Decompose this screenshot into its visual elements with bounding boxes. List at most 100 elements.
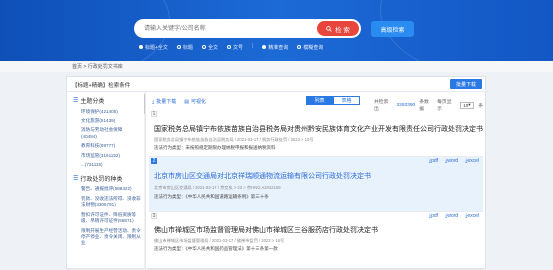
tab-grid[interactable]: 表格	[333, 96, 360, 105]
filter-fulltext[interactable]: 全文	[201, 43, 218, 51]
page-size-unit: 条	[478, 103, 484, 109]
action-label: excel	[467, 158, 479, 164]
breadcrumb: 首页 > 行政处罚文书库	[0, 61, 553, 72]
result-card: 1 国家税务总局镇宁布依族苗族自治县税务局对贵州黔安民族体育文化产业开发有限责任…	[149, 110, 483, 157]
chevron-down-icon: ▾	[468, 102, 471, 107]
toolbar-visualize[interactable]: ▤ 可视化	[184, 98, 206, 106]
sidebar-item-fire-labor[interactable]: 消防与劳动社会保障 (40484)	[67, 126, 145, 142]
action-label: word	[447, 213, 459, 219]
filter-fuzzy-query[interactable]: 模糊查询	[297, 43, 323, 51]
filter-label: 全文	[207, 44, 218, 51]
search-icon	[326, 25, 332, 32]
download-pdf-link[interactable]: ⤓pdf	[429, 158, 438, 164]
tab-list[interactable]: 列表	[306, 96, 333, 105]
scrollbar-thumb[interactable]	[144, 94, 145, 114]
sidebar-item-license[interactable]: 暂扣许可证件、降低资质等级、吊销许可证件(58871)	[67, 210, 145, 226]
panel-header: 【标题+精确】检索条件 批量下载	[67, 77, 487, 92]
view-toggle: 列表 表格	[306, 96, 360, 105]
toolbar-batch-download-label: 批量下载	[156, 99, 177, 105]
sidebar-item-count: (3305791)	[94, 202, 116, 208]
download-word-link[interactable]: ⤓word	[445, 158, 458, 164]
radio-icon	[139, 45, 143, 49]
sidebar-item-label: 教育科技	[81, 143, 100, 149]
search-filter-options: 标题+全文 标题 全文 文号 | 精准查询 模糊查询	[139, 43, 323, 51]
download-excel-link[interactable]: ⤓excel	[465, 158, 479, 164]
result-index: 2	[151, 158, 157, 164]
result-count: 3263390	[396, 102, 416, 108]
results-panel: 【标题+精确】检索条件 批量下载 ☰ 主题分类 环境保护(421405) 文化旅游…	[66, 76, 487, 270]
sidebar-item-count: (731115)	[84, 162, 103, 168]
result-index: 3	[151, 213, 157, 219]
search-input[interactable]	[144, 22, 304, 35]
filter-label: 标题	[182, 44, 193, 51]
download-word-link[interactable]: ⤓word	[445, 213, 458, 219]
result-card: 2 ⤓pdf ⤓word ⤓excel 北京市房山区交通局对北京祥瑞顺通物流运输…	[149, 157, 483, 212]
filter-doc-number[interactable]: 文号	[226, 43, 243, 51]
result-title[interactable]: 佛山市禅城区市场监督管理局对佛山市禅城区三谷服药店行政处罚决定书	[154, 225, 378, 235]
sidebar-section-title: 行政处罚的种类	[80, 176, 123, 183]
action-label: pdf	[431, 213, 439, 219]
sidebar-item-environment[interactable]: 环境保护(421405)	[67, 107, 145, 116]
radio-icon	[262, 45, 267, 49]
result-violation-type: 违法行为类型：《中华人民共和国道路运输条例》第三十条	[154, 194, 269, 199]
list-icon: ☰	[73, 98, 79, 104]
sidebar-item-count: (40484)	[81, 133, 97, 139]
sidebar-scrollbar[interactable]	[144, 92, 145, 270]
sidebar-item-label: 市场监管	[81, 152, 100, 158]
download-icon: ⤓	[152, 98, 155, 105]
result-violation-type: 违法行为类型：《中华人民共和国药品管理法》第十三条第一款	[154, 246, 278, 251]
results-list: 1 国家税务总局镇宁布依族苗族自治县税务局对贵州黔安民族体育文化产业开发有限责任…	[149, 110, 483, 270]
search-condition-label: 【标题+精确】检索条件	[72, 83, 131, 89]
radio-icon	[176, 45, 181, 49]
sidebar-item-fine[interactable]: 罚款、没收违法所得、没收非法财物(3305791)	[67, 194, 145, 210]
filter-divider: |	[251, 43, 254, 49]
toolbar-batch-download[interactable]: ⤓ 批量下载	[152, 98, 177, 106]
action-label: word	[447, 158, 459, 164]
sidebar-section-title: 主题分类	[80, 99, 105, 105]
sidebar-item-warning[interactable]: 警告、通报批评(588322)	[67, 185, 145, 194]
sidebar-item-count: (51439)	[99, 117, 116, 123]
search-button[interactable]: 检 索	[317, 21, 359, 36]
action-label: excel	[467, 213, 479, 219]
filter-title[interactable]: 标题	[176, 43, 193, 51]
sidebar-item-culture[interactable]: 文化旅游(51439)	[67, 116, 145, 125]
sidebar-item-market[interactable]: 市场监管(3161152)	[67, 151, 145, 160]
sidebar-item-label: 环境保护	[81, 108, 100, 114]
result-index: 1	[151, 111, 157, 117]
download-pdf-link[interactable]: ⤓pdf	[429, 213, 438, 219]
sidebar-item-count: (588322)	[113, 186, 132, 192]
result-title[interactable]: 北京市房山区交通局对北京祥瑞顺通物流运输有限公司行政处罚决定书	[154, 171, 371, 181]
filter-label: 精准查询	[268, 44, 289, 51]
sidebar-item-education[interactable]: 教育科技(89777)	[67, 142, 145, 151]
sidebar-item-restrict[interactable]: 限制开展生产经营活动、责令停产停业、责令关闭、限制从业	[67, 226, 145, 248]
filter-label: 模糊查询	[303, 44, 324, 51]
sidebar-item-count: (3161152)	[99, 152, 120, 158]
sidebar-item-count: (58871)	[117, 218, 134, 224]
advanced-search-button[interactable]: 高级检索	[371, 21, 414, 37]
list-icon: ☰	[73, 175, 79, 182]
sidebar: ☰ 主题分类 环境保护(421405) 文化旅游(51439) 消防与劳动社会保障…	[67, 92, 146, 270]
sidebar-item-more[interactable]: ...(731115)	[67, 161, 145, 170]
sidebar-item-count: (421405)	[99, 108, 118, 114]
result-actions: ⤓pdf ⤓word ⤓excel	[429, 158, 479, 164]
filter-title-fulltext[interactable]: 标题+全文	[139, 43, 168, 51]
result-meta: 佛山市禅城区市场监督管理局 / 2021-03-17 / 佛禅市监罚 / 202…	[154, 238, 285, 243]
sidebar-section-topic[interactable]: ☰ 主题分类	[67, 92, 145, 107]
sidebar-item-label: 文化旅游	[81, 117, 100, 123]
radio-icon	[297, 45, 302, 49]
sidebar-item-label: 消防与劳动社会保障	[81, 127, 123, 133]
result-title[interactable]: 国家税务总局镇宁布依族苗族自治县税务局对贵州黔安民族体育文化产业开发有限责任公司…	[154, 124, 483, 134]
chart-icon: ▤	[184, 98, 189, 105]
sidebar-item-label: 警告、通报批评	[81, 186, 114, 192]
batch-download-button[interactable]: 批量下载	[450, 79, 482, 89]
sidebar-item-label: 限制开展生产经营活动、责令停产停业、责令关闭、限制从业	[81, 227, 141, 246]
download-excel-link[interactable]: ⤓excel	[465, 213, 479, 219]
toolbar-visualize-label: 可视化	[190, 99, 206, 105]
result-violation-type: 违法行为类型：未按照规定期限办理纳税申报和报送纳税资料	[154, 145, 276, 150]
filter-exact-query[interactable]: 精准查询	[262, 43, 288, 51]
sidebar-section-penalty-type[interactable]: ☰ 行政处罚的种类	[67, 170, 145, 185]
page-size-select[interactable]: 10 ▾	[459, 101, 475, 109]
radio-icon	[201, 45, 206, 49]
sidebar-item-count: (89777)	[99, 143, 116, 149]
result-meta: 北京市房山区交通局 / 2021-03-17 / 京交执 > 23 > 京HNO…	[154, 185, 281, 190]
